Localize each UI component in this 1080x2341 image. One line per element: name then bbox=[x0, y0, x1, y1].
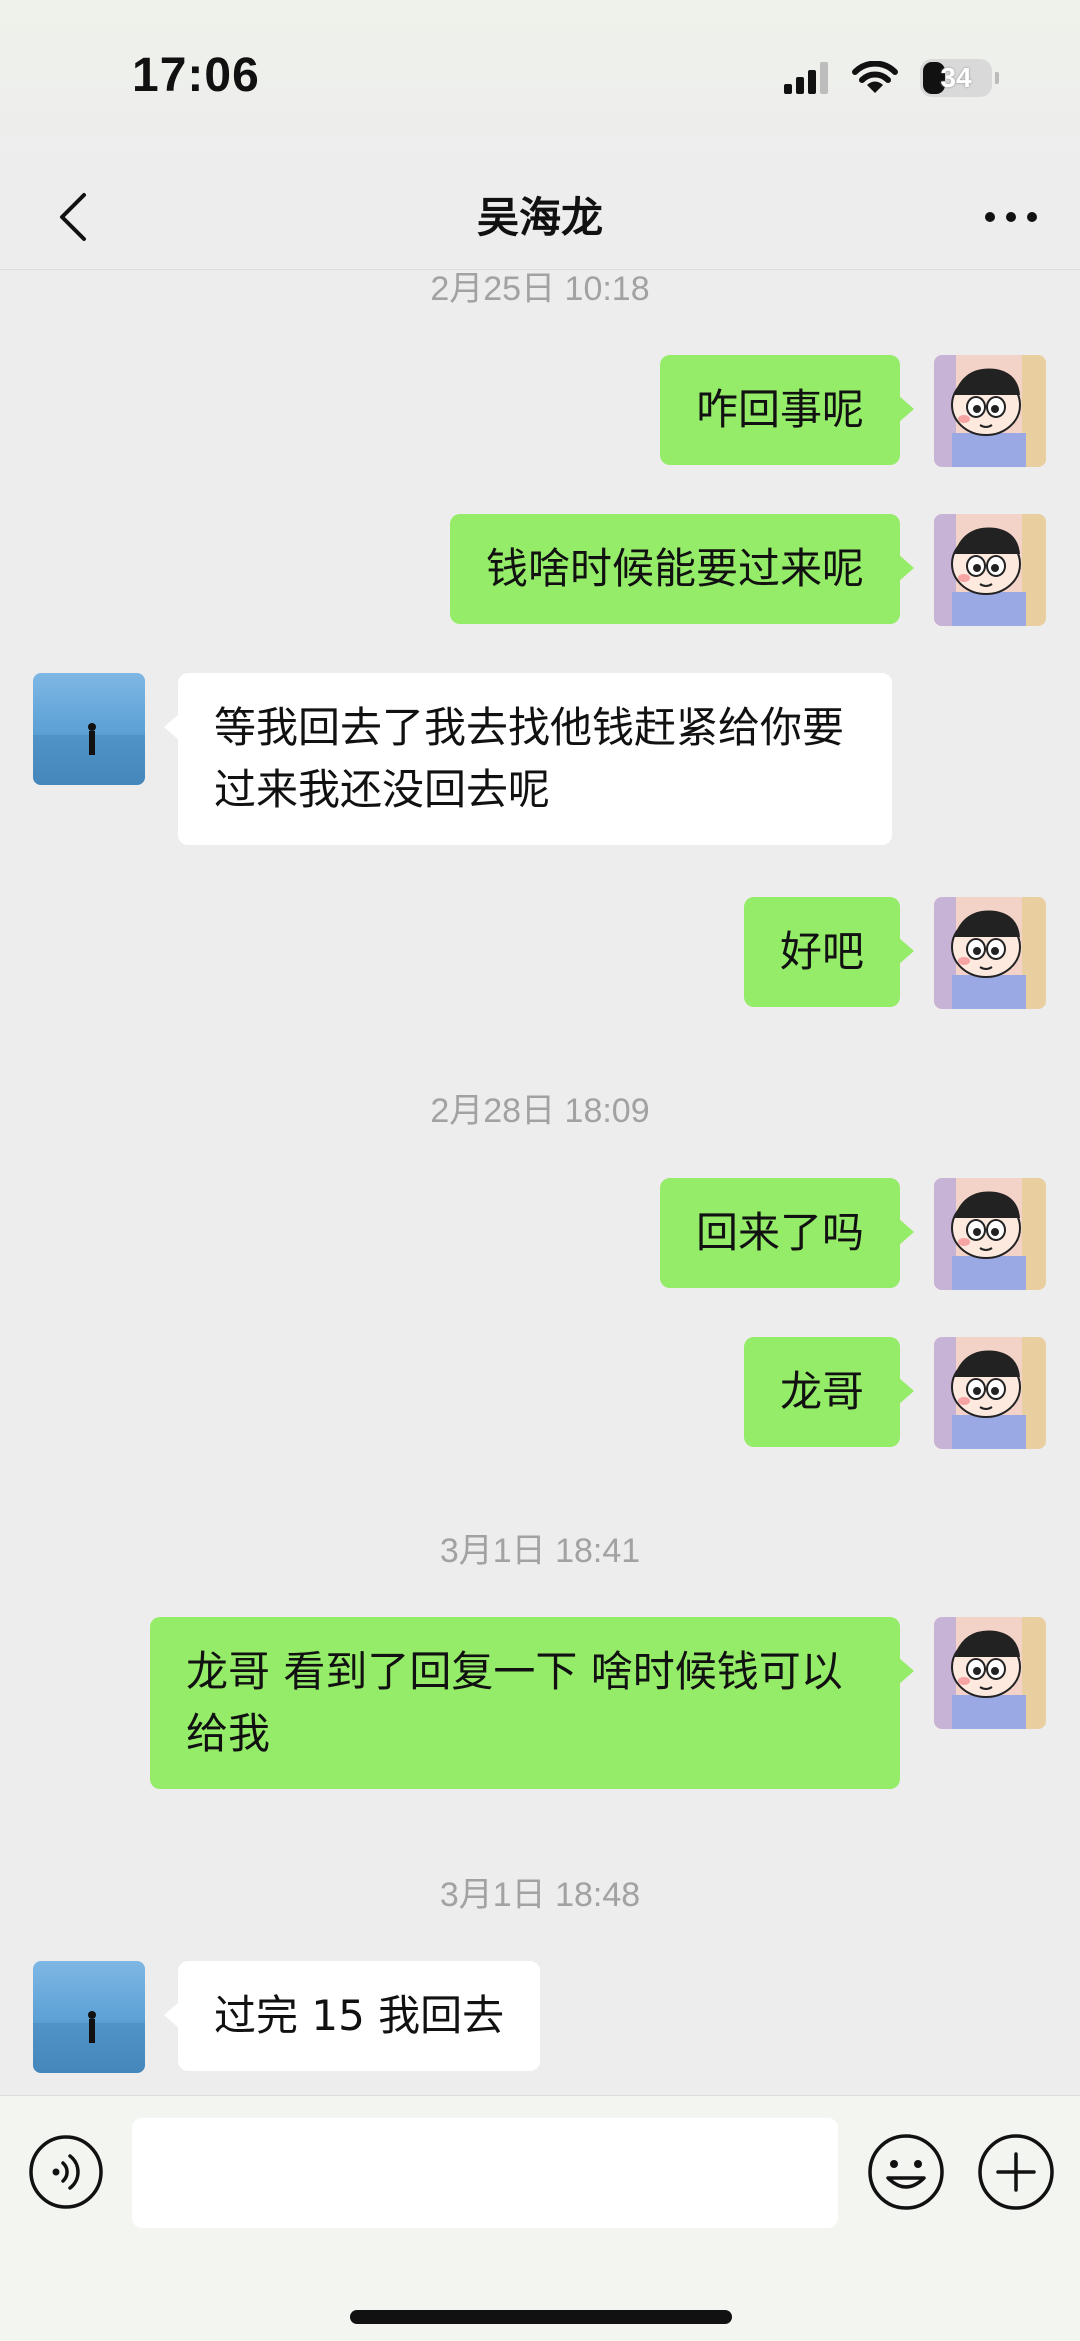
message-bubble-sent[interactable]: 龙哥 bbox=[743, 1337, 915, 1447]
status-icons: 34 bbox=[784, 58, 999, 98]
timestamp: 3月1日 18:41 bbox=[439, 1532, 641, 1570]
message-bubble-received[interactable]: 过完 15 我回去 bbox=[163, 1961, 541, 2071]
battery-tip bbox=[995, 72, 999, 84]
wechat-chat-screen: 17:06 34 吴海龙 2月25日 10:18 咋回事呢 钱啥时候能要过来呢 … bbox=[0, 0, 1080, 2341]
message-bubble-sent[interactable]: 好吧 bbox=[743, 897, 915, 1007]
signal-icon bbox=[784, 62, 828, 94]
emoji-icon bbox=[868, 2134, 944, 2210]
battery-level: 34 bbox=[940, 62, 972, 93]
input-bar bbox=[0, 2095, 1080, 2341]
sea-photo-avatar-image bbox=[33, 673, 145, 785]
emoji-button[interactable] bbox=[866, 2132, 946, 2212]
cartoon-avatar-image bbox=[934, 1337, 1046, 1449]
message-bubble-sent[interactable]: 回来了吗 bbox=[659, 1178, 915, 1288]
chat-area[interactable]: 2月25日 10:18 咋回事呢 钱啥时候能要过来呢 等我回去了我去找他钱赶紧给… bbox=[0, 271, 1080, 2095]
timestamp: 3月1日 18:48 bbox=[439, 1876, 641, 1914]
voice-button[interactable] bbox=[28, 2134, 104, 2210]
message-input[interactable] bbox=[132, 2118, 838, 2228]
plus-button[interactable] bbox=[976, 2132, 1056, 2212]
status-bar: 17:06 34 bbox=[0, 0, 1080, 160]
more-icon bbox=[985, 212, 1037, 222]
my-avatar[interactable] bbox=[934, 514, 1046, 626]
message-bubble-sent[interactable]: 咋回事呢 bbox=[659, 355, 915, 465]
cartoon-avatar-image bbox=[934, 897, 1046, 1009]
contact-avatar[interactable] bbox=[33, 673, 145, 785]
contact-avatar[interactable] bbox=[33, 1961, 145, 2073]
cartoon-avatar-image bbox=[934, 1178, 1046, 1290]
home-indicator[interactable] bbox=[350, 2310, 732, 2324]
my-avatar[interactable] bbox=[934, 897, 1046, 1009]
my-avatar[interactable] bbox=[934, 1178, 1046, 1290]
my-avatar[interactable] bbox=[934, 355, 1046, 467]
cartoon-avatar-image bbox=[934, 355, 1046, 467]
voice-icon bbox=[29, 2135, 103, 2209]
cartoon-avatar-image bbox=[934, 1617, 1046, 1729]
chat-title: 吴海龙 bbox=[476, 193, 603, 242]
timestamp: 2月25日 10:18 bbox=[430, 271, 650, 308]
message-bubble-sent[interactable]: 钱啥时候能要过来呢 bbox=[449, 514, 915, 624]
timestamp: 2月28日 18:09 bbox=[430, 1092, 650, 1130]
my-avatar[interactable] bbox=[934, 1617, 1046, 1729]
battery-icon: 34 bbox=[920, 59, 999, 97]
plus-icon bbox=[978, 2134, 1054, 2210]
message-bubble-sent[interactable]: 龙哥 看到了回复一下 啥时候钱可以给我 bbox=[150, 1617, 914, 1789]
nav-bar: 吴海龙 bbox=[0, 160, 1080, 270]
wifi-icon bbox=[852, 61, 898, 93]
cartoon-avatar-image bbox=[934, 514, 1046, 626]
more-button[interactable] bbox=[976, 182, 1046, 252]
sea-photo-avatar-image bbox=[33, 1961, 145, 2073]
my-avatar[interactable] bbox=[934, 1337, 1046, 1449]
status-time: 17:06 bbox=[132, 49, 260, 102]
message-bubble-received[interactable]: 等我回去了我去找他钱赶紧给你要过来我还没回去呢 bbox=[164, 673, 892, 845]
